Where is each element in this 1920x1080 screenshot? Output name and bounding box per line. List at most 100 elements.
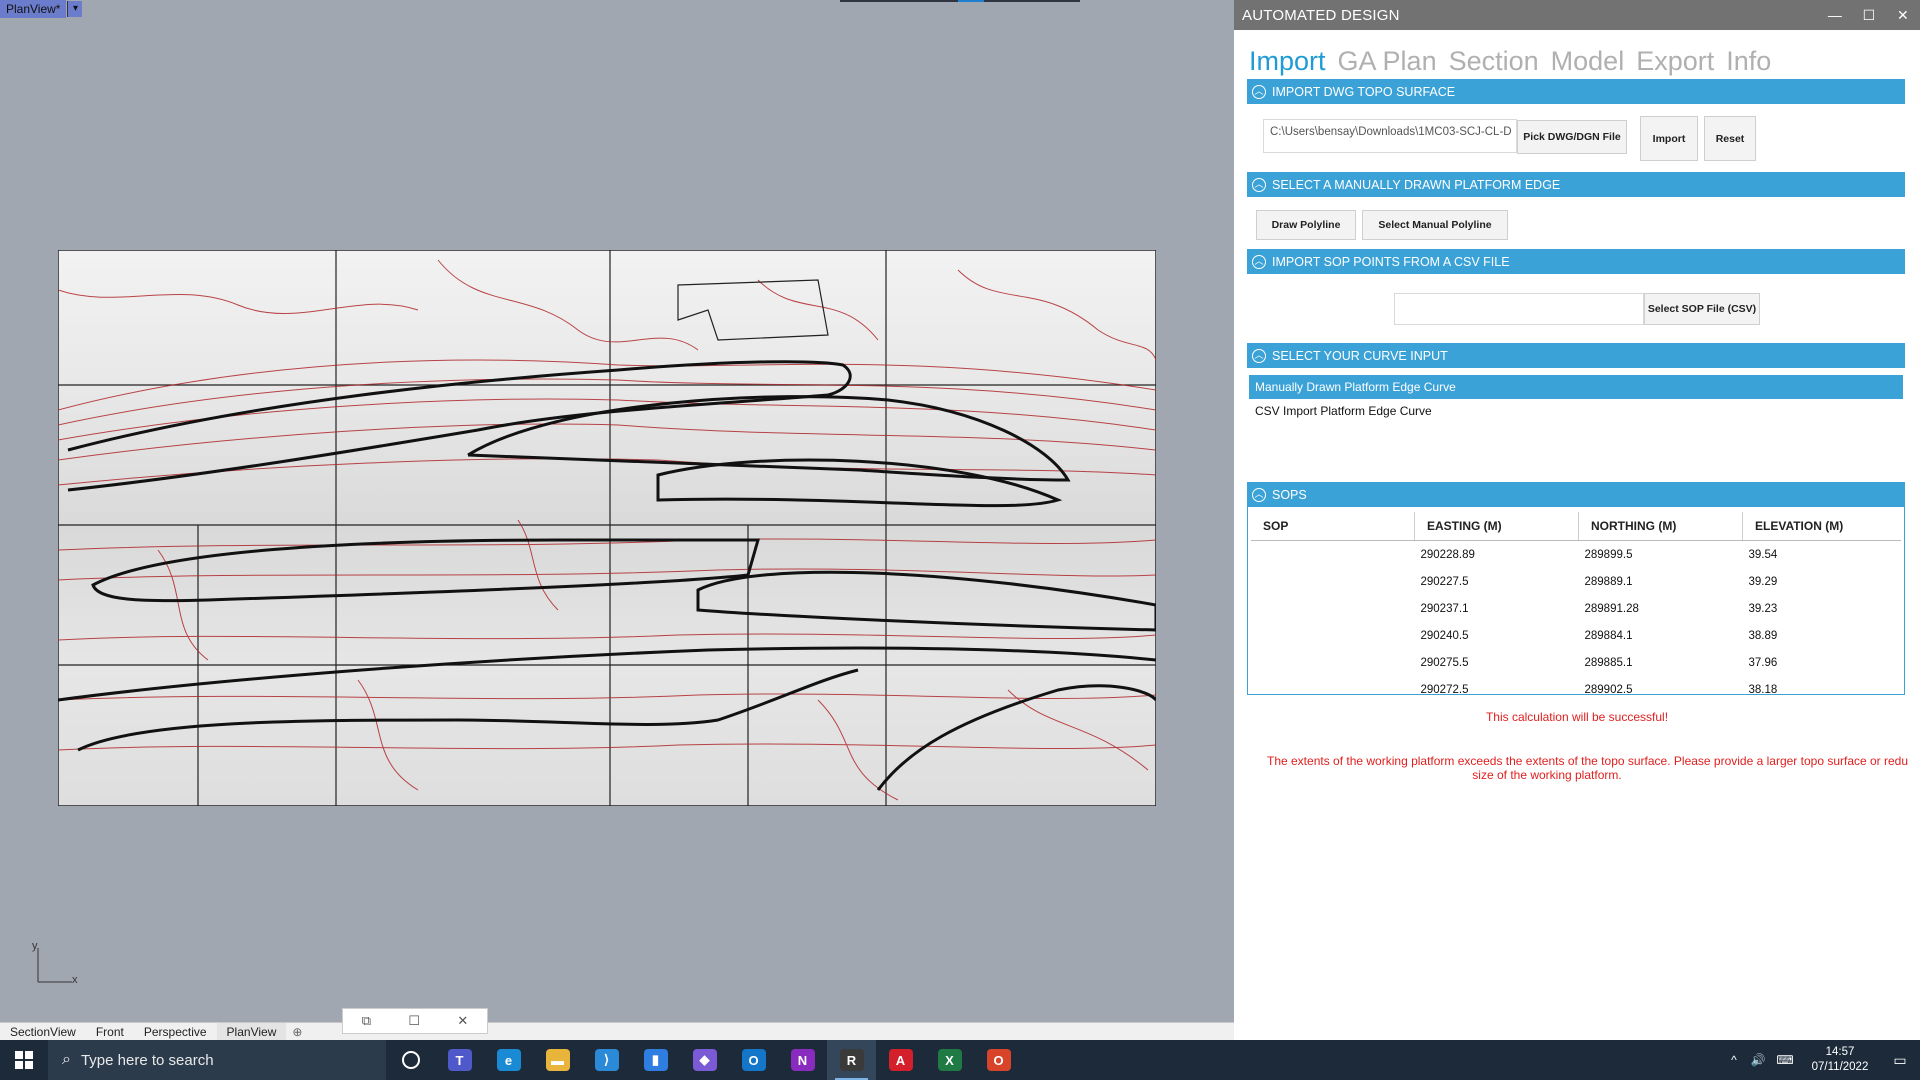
nav-info[interactable]: Info [1726,44,1771,78]
panel-nav: Import GA Plan Section Model Export Info [1234,30,1920,78]
taskbar-file-explorer-icon[interactable]: ▬ [533,1040,582,1080]
cell: 39.29 [1748,575,1778,588]
section-curve-input-header[interactable]: ︿ SELECT YOUR CURVE INPUT [1247,343,1905,368]
taskbar-rhino-icon[interactable]: R [827,1040,876,1080]
edge-glyph: e [496,1049,521,1071]
file-explorer-glyph: ▬ [545,1049,570,1071]
select-sop-file-button[interactable]: Select SOP File (CSV) [1644,293,1760,325]
taskbar-edge-icon[interactable]: e [484,1040,533,1080]
restore-icon[interactable]: ⧉ [362,1013,371,1029]
windows-logo-icon [15,1051,33,1069]
reset-button[interactable]: Reset [1704,116,1756,161]
notification-icon[interactable]: ▭ [1880,1052,1920,1069]
add-tab-icon[interactable]: ⊕ [286,1025,308,1039]
table-row[interactable]: 290272.5 289902.5 38.18 [1251,676,1901,703]
cell: 37.96 [1748,656,1778,669]
topo-surface-map[interactable] [58,250,1156,806]
cell [1251,595,1415,622]
nav-export[interactable]: Export [1636,44,1714,78]
tray-overflow-icon[interactable]: ^ [1722,1053,1746,1067]
section-platform-edge-header[interactable]: ︿ SELECT A MANUALLY DRAWN PLATFORM EDGE [1247,172,1905,197]
column-header-easting[interactable]: EASTING (M) [1414,512,1579,541]
nav-ga-plan[interactable]: GA Plan [1338,44,1437,78]
select-manual-polyline-button[interactable]: Select Manual Polyline [1362,210,1508,240]
dwg-path-field[interactable]: C:\Users\bensay\Downloads\1MC03-SCJ-CL-D [1263,119,1517,153]
taskbar-vscode-icon[interactable]: ⟩ [582,1040,631,1080]
draw-polyline-button[interactable]: Draw Polyline [1256,210,1356,240]
clock-date: 07/11/2022 [1811,1061,1869,1073]
taskbar-teams-icon[interactable]: T [435,1040,484,1080]
viewport-title[interactable]: PlanView* [0,0,67,18]
section-sop-csv-header[interactable]: ︿ IMPORT SOP POINTS FROM A CSV FILE [1247,249,1905,274]
pick-dwg-button[interactable]: Pick DWG/DGN File [1517,120,1627,154]
clock[interactable]: 14:57 07/11/2022 [1800,1045,1880,1075]
tab-perspective[interactable]: Perspective [134,1023,217,1041]
warning-message-line1: The extents of the working platform exce… [1267,754,1909,768]
nav-import[interactable]: Import [1249,44,1326,78]
volume-icon[interactable]: 🔊 [1746,1053,1770,1067]
table-row[interactable]: 290228.89 289899.5 39.54 [1251,541,1901,569]
cell: 290272.5 [1420,683,1469,696]
viewport-menu-icon[interactable]: ▾ [67,1,83,17]
minimize-button[interactable]: — [1818,7,1852,23]
cell [1251,541,1415,569]
section-title: SELECT YOUR CURVE INPUT [1272,348,1448,363]
table-row[interactable]: 290275.5 289885.1 37.96 [1251,649,1901,676]
automated-design-panel: AUTOMATED DESIGN — ☐ ✕ Import GA Plan Se… [1234,0,1920,1040]
nav-model[interactable]: Model [1551,44,1625,78]
viewport-title-tab[interactable]: PlanView* ▾ [0,0,83,18]
panel-title: AUTOMATED DESIGN [1242,6,1400,24]
taskbar-obsidian-icon[interactable]: ◆ [680,1040,729,1080]
taskbar-office-icon[interactable]: O [974,1040,1023,1080]
list-item[interactable]: Manually Drawn Platform Edge Curve [1249,375,1903,399]
collapse-chevron-icon[interactable]: ︿ [1252,348,1266,363]
cell [1251,676,1415,703]
tab-planview[interactable]: PlanView [216,1023,287,1041]
taskbar-autocad-icon[interactable]: A [876,1040,925,1080]
tab-sectionview[interactable]: SectionView [0,1023,86,1041]
maximize-icon[interactable]: ☐ [408,1013,420,1029]
taskbar-task-view-icon[interactable] [386,1040,435,1080]
table-row[interactable]: 290240.5 289884.1 38.89 [1251,622,1901,649]
close-icon[interactable]: ✕ [457,1013,468,1029]
import-button[interactable]: Import [1640,116,1698,161]
table-row[interactable]: 290237.1 289891.28 39.23 [1251,595,1901,622]
section-title: IMPORT SOP POINTS FROM A CSV FILE [1272,254,1510,269]
collapse-chevron-icon[interactable]: ︿ [1252,254,1266,269]
taskbar-search[interactable]: ⌕ Type here to search [48,1040,386,1080]
maximize-button[interactable]: ☐ [1852,7,1886,24]
search-icon: ⌕ [62,1051,71,1068]
keyboard-icon[interactable]: ⌨ [1770,1053,1800,1067]
rhino-glyph: R [839,1049,864,1071]
sops-table: SOP EASTING (M) NORTHING (M) ELEVATION (… [1251,512,1901,703]
taskbar-outlook-icon[interactable]: O [729,1040,778,1080]
column-header-northing[interactable]: NORTHING (M) [1578,512,1743,541]
taskbar-excel-icon[interactable]: X [925,1040,974,1080]
cell [1251,649,1415,676]
section-import-dwg-header[interactable]: ︿ IMPORT DWG TOPO SURFACE [1247,79,1905,104]
axis-x-label: x [72,974,78,986]
obsidian-glyph: ◆ [692,1049,717,1071]
teams-glyph: T [447,1049,472,1071]
cell: 290237.1 [1420,602,1469,615]
app-blue-glyph: ▮ [643,1049,668,1071]
task-view-glyph [401,1051,420,1069]
sop-file-field[interactable] [1394,293,1644,325]
nav-section[interactable]: Section [1449,44,1539,78]
collapse-chevron-icon[interactable]: ︿ [1252,84,1266,99]
collapse-chevron-icon[interactable]: ︿ [1252,177,1266,192]
close-button[interactable]: ✕ [1886,7,1920,24]
column-header-sop[interactable]: SOP [1251,512,1415,541]
tab-front[interactable]: Front [86,1023,134,1041]
start-button[interactable] [0,1040,48,1080]
rhino-viewport[interactable]: PlanView* ▾ y x [0,0,1234,1022]
taskbar-onenote-icon[interactable]: N [778,1040,827,1080]
cell: 290240.5 [1420,629,1469,642]
table-row[interactable]: 290227.5 289889.1 39.29 [1251,568,1901,595]
taskbar-app-blue-icon[interactable]: ▮ [631,1040,680,1080]
column-header-elevation[interactable]: ELEVATION (M) [1742,512,1901,541]
success-message: This calculation will be successful! [1485,710,1669,724]
list-item[interactable]: CSV Import Platform Edge Curve [1249,399,1903,423]
panel-title-bar: AUTOMATED DESIGN — ☐ ✕ [1234,0,1920,30]
cell: 289899.5 [1584,548,1633,561]
